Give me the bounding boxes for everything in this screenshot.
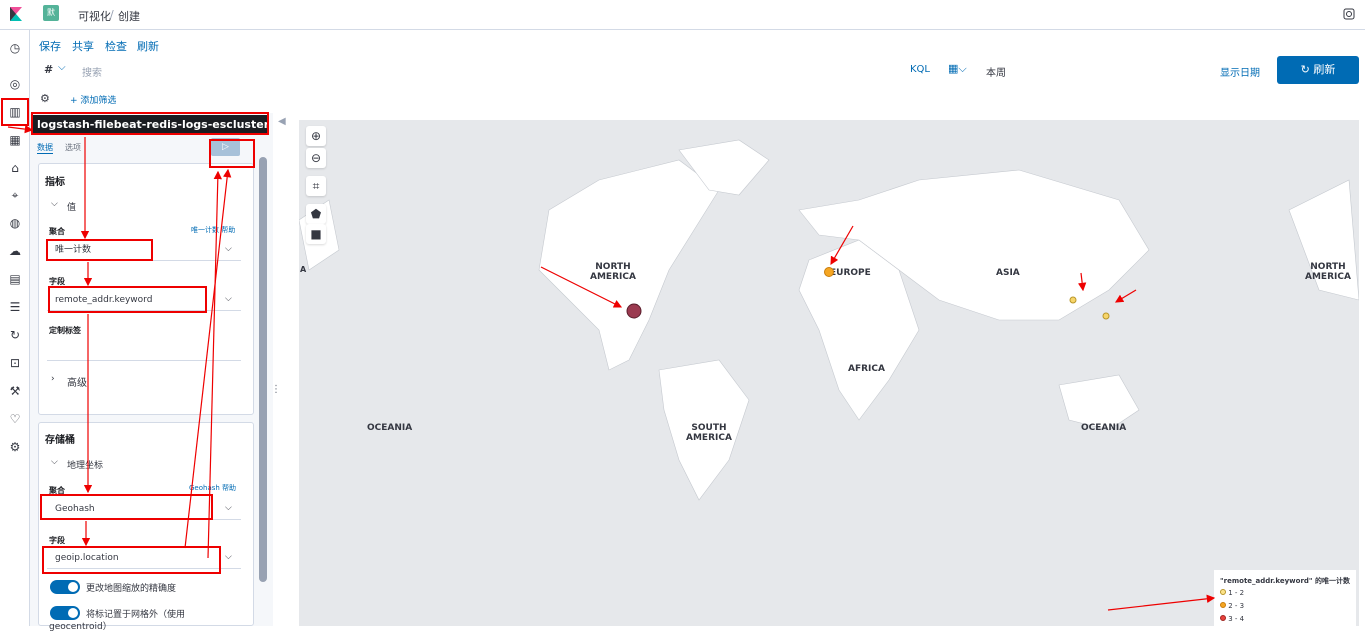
legend-item: 1 - 2 — [1220, 589, 1244, 597]
annotation-box-metric-field — [48, 286, 207, 313]
legend-item-label: 1 - 2 — [1228, 589, 1245, 597]
map-points-layer — [626, 267, 1110, 320]
legend-item-label: 2 - 3 — [1228, 602, 1245, 610]
zoom-in-icon[interactable]: ⊕ — [306, 126, 326, 146]
annotation-box-bucket-agg — [40, 494, 213, 520]
asia-point-2[interactable] — [1102, 312, 1110, 320]
draw-polygon-icon[interactable]: ⬟ — [306, 204, 326, 224]
legend-title: "remote_addr.keyword" 的唯一计数 — [1220, 577, 1351, 585]
annotation-box-index-title — [31, 112, 269, 135]
annotation-box-metric-agg — [46, 239, 153, 261]
north-america-point[interactable] — [626, 303, 642, 319]
map-legend: "remote_addr.keyword" 的唯一计数 1 - 2 2 - 3 … — [1214, 570, 1356, 626]
annotation-box-apply-button — [209, 139, 255, 168]
legend-item: 2 - 3 — [1220, 602, 1244, 610]
zoom-out-icon[interactable]: ⊖ — [306, 148, 326, 168]
annotation-box-visualize-icon — [1, 98, 29, 126]
legend-item: 3 - 4 — [1220, 615, 1244, 623]
annotation-box-bucket-field — [42, 546, 221, 574]
europe-point[interactable] — [824, 267, 834, 277]
draw-rectangle-icon[interactable]: ■ — [306, 224, 326, 244]
fit-bounds-icon[interactable]: ⌗ — [306, 176, 326, 196]
asia-point-1[interactable] — [1069, 296, 1077, 304]
legend-item-label: 3 - 4 — [1228, 615, 1245, 623]
